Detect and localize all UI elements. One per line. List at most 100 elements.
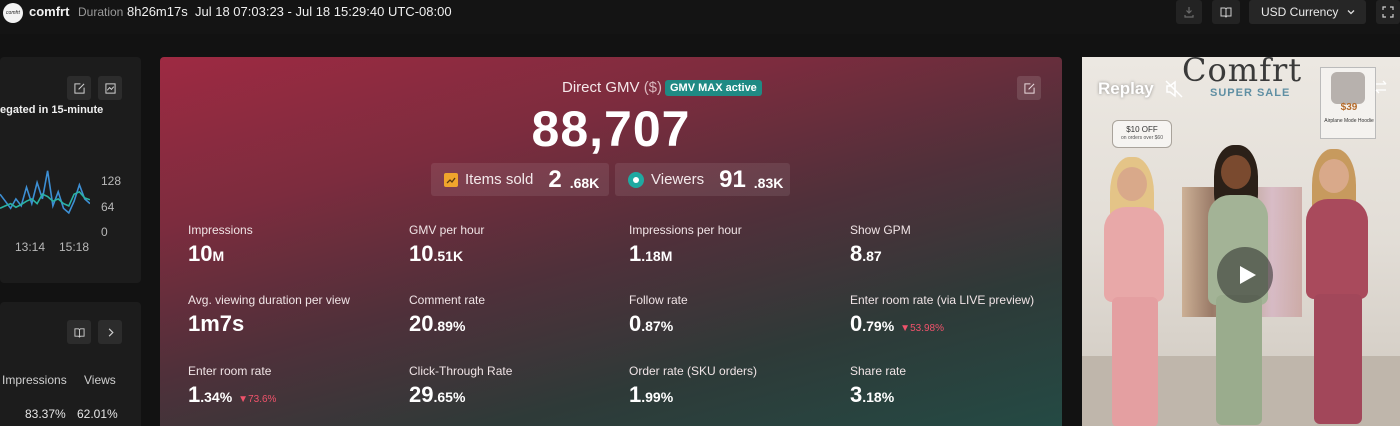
trend-up-icon (444, 172, 458, 187)
download-button[interactable] (1176, 0, 1202, 24)
metric-value: 1.99% (629, 382, 757, 408)
metric-number: 1 (629, 382, 642, 407)
edit-button[interactable] (67, 76, 91, 100)
metric-value: 0.79% ▼53.98% (850, 311, 1034, 337)
guide-button[interactable] (67, 320, 91, 344)
metric-unit: .89% (433, 318, 466, 334)
chart-toggle-button[interactable] (98, 76, 122, 100)
gmv-max-badge: GMV MAX active (665, 80, 762, 96)
metric-label: Avg. viewing duration per view (188, 293, 350, 307)
items-sold-unit: .68K (569, 174, 600, 191)
metric-unit: M (212, 248, 225, 264)
metric-delta: ▼53.98% (900, 323, 944, 334)
metric-label: Enter room rate (188, 364, 272, 378)
metric-value: 10 M (188, 241, 253, 267)
metric-card: Follow rate 0.87% (629, 293, 688, 337)
gmv-panel: Direct GMV ($) GMV MAX active 88,707 Ite… (160, 57, 1062, 426)
column-header-views[interactable]: Views (84, 373, 116, 387)
aggregation-note: egated in 15-minute (0, 104, 104, 116)
metric-unit: .99% (641, 389, 674, 405)
metric-card: Enter room rate (via LIVE preview) 0.79% ▼… (850, 293, 1034, 337)
items-sold-chip: Items sold 2 .68K (431, 163, 609, 196)
product-card[interactable]: $39 Airplane Mode Hoodie (1320, 67, 1376, 139)
duration-label: Duration (78, 5, 124, 19)
viewers-label: Viewers (651, 171, 705, 188)
currency-label: USD Currency (1261, 5, 1339, 19)
viewers-unit: .83K (753, 174, 784, 191)
metric-card: Show GPM 8.87 (850, 223, 911, 267)
comfrt-logo: Comfrt (1182, 57, 1303, 89)
x-tick-label: 15:18 (59, 240, 90, 254)
metric-unit: .34% (200, 389, 233, 405)
metric-label: Follow rate (629, 293, 688, 307)
traffic-card (0, 302, 141, 426)
metric-number: 8 (850, 241, 863, 266)
metric-value: 1.18M (629, 241, 742, 267)
promo-sign: $10 OFF on orders over $60 (1112, 120, 1172, 148)
fullscreen-icon (1382, 6, 1394, 18)
gmv-title: Direct GMV ($) (562, 79, 662, 96)
metric-unit: .18M (641, 248, 673, 264)
next-button[interactable] (98, 320, 122, 344)
trend-chart (0, 170, 90, 215)
book-icon (1220, 7, 1232, 18)
metric-number: 10 (409, 241, 434, 266)
play-button[interactable] (1217, 247, 1273, 303)
metric-label: GMV per hour (409, 223, 485, 237)
metric-value: 1m7s (188, 311, 350, 337)
guide-button[interactable] (1212, 0, 1240, 24)
viewers-chip: Viewers 91 .83K (615, 163, 790, 196)
duration-value: 8h26m17s (127, 4, 188, 19)
metric-label: Impressions (188, 223, 253, 237)
metric-number: 1m7s (188, 311, 245, 336)
metric-card: Order rate (SKU orders) 1.99% (629, 364, 757, 408)
fullscreen-button[interactable] (1376, 0, 1400, 24)
metric-value: 3.18% (850, 382, 906, 408)
download-icon (1184, 7, 1194, 18)
edit-button[interactable] (1017, 76, 1041, 100)
book-icon (73, 327, 85, 338)
metric-label: Order rate (SKU orders) (629, 364, 758, 378)
gmv-title-unit: ($) (643, 79, 663, 96)
metric-value: 29.65% (409, 382, 512, 408)
mute-icon[interactable] (1164, 79, 1184, 99)
metric-card: Avg. viewing duration per view 1m7s (188, 293, 350, 337)
x-tick-label: 13:14 (15, 240, 46, 254)
metric-unit: .79% (862, 318, 895, 334)
time-range: Jul 18 07:03:23 - Jul 18 15:29:40 UTC-08… (195, 4, 452, 19)
metric-unit: .87% (641, 318, 674, 334)
y-tick-label: 128 (101, 174, 122, 188)
metric-label: Share rate (850, 364, 907, 378)
metric-card: Click-Through Rate 29.65% (409, 364, 512, 408)
metric-number: 0 (629, 311, 642, 336)
metric-unit: .87 (862, 248, 882, 264)
brand-name: comfrt (29, 4, 70, 19)
metric-card: Impressions per hour 1.18M (629, 223, 742, 267)
metric-card: Comment rate 20.89% (409, 293, 485, 337)
metric-value: 0.87% (629, 311, 688, 337)
impressions-value: 83.37% (25, 407, 66, 421)
edit-icon (73, 82, 85, 94)
gmv-title-text: Direct GMV (562, 79, 640, 96)
metric-label: Impressions per hour (629, 223, 742, 237)
metric-unit: .18% (862, 389, 895, 405)
metric-number: 1 (629, 241, 642, 266)
metric-label: Enter room rate (via LIVE preview) (850, 293, 1035, 307)
metric-number: 0 (850, 311, 863, 336)
swap-icon[interactable] (1374, 80, 1388, 94)
replay-title: Replay (1098, 79, 1154, 98)
top-bar: comfrt comfrt Duration 8h26m17s Jul 18 0… (0, 0, 1400, 34)
column-header-impressions[interactable]: Impressions (2, 373, 67, 387)
views-value: 62.01% (77, 407, 118, 421)
promo-line-1: $10 OFF (1126, 125, 1158, 134)
metric-card: Enter room rate 1.34% ▼73.6% (188, 364, 276, 408)
metric-number: 1 (188, 382, 201, 407)
metric-number: 3 (850, 382, 863, 407)
items-sold-label: Items sold (465, 171, 534, 188)
chevron-right-icon (108, 327, 114, 337)
promo-line-2: on orders over $60 (1121, 135, 1163, 141)
metric-label: Click-Through Rate (409, 364, 513, 378)
gmv-value: 88,707 (531, 101, 691, 157)
currency-select[interactable]: USD Currency (1249, 0, 1366, 24)
play-icon (1240, 266, 1256, 284)
